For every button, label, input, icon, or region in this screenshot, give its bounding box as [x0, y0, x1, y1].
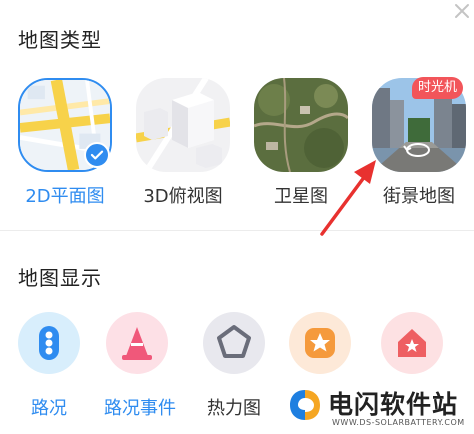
home-favorites-toggle[interactable]: [381, 312, 443, 374]
site-watermark: 电闪软件站 WWW.DS-SOLARBATTERY.COM: [282, 380, 474, 434]
map-type-satellite-label: 卫星图: [274, 186, 328, 207]
3d-map-thumbnail: [136, 78, 230, 172]
map-type-2d-label: 2D平面图: [25, 186, 105, 207]
map-type-streetview-label: 街景地图: [383, 186, 455, 207]
section-divider: [0, 230, 474, 231]
star-icon: [305, 328, 335, 358]
favorites-toggle[interactable]: [289, 312, 351, 374]
traffic-toggle[interactable]: [18, 312, 80, 374]
traffic-cone-icon: [122, 327, 152, 360]
time-machine-badge: 时光机: [412, 77, 464, 99]
watermark-text: 电闪软件站: [328, 390, 459, 419]
map-type-3d-label: 3D俯视图: [143, 186, 223, 207]
map-type-satellite-tile[interactable]: [254, 78, 348, 172]
watermark-logo-icon: [290, 390, 320, 420]
heatmap-toggle[interactable]: [203, 312, 265, 374]
traffic-events-label: 路况事件: [104, 398, 176, 419]
home-star-icon: [398, 329, 426, 357]
map-type-title: 地图类型: [18, 28, 102, 52]
map-display-title: 地图显示: [18, 266, 102, 290]
pentagon-icon: [217, 325, 251, 358]
traffic-light-icon: [39, 326, 59, 360]
selected-check-icon: [84, 142, 110, 168]
satellite-map-thumbnail: [254, 78, 348, 172]
map-type-3d-tile[interactable]: [136, 78, 230, 172]
heatmap-label: 热力图: [207, 398, 261, 419]
traffic-label: 路况: [31, 398, 67, 419]
watermark-url: WWW.DS-SOLARBATTERY.COM: [332, 418, 465, 427]
close-icon[interactable]: [453, 2, 471, 20]
traffic-events-toggle[interactable]: [106, 312, 168, 374]
